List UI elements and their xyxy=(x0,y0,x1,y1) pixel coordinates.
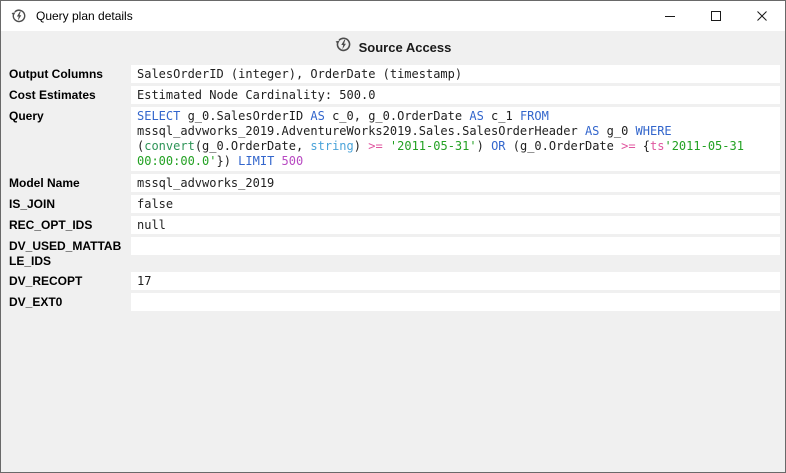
window-title: Query plan details xyxy=(36,9,133,23)
row-value-field[interactable]: mssql_advworks_2019 xyxy=(131,174,780,192)
window-controls xyxy=(647,1,785,31)
row-value-field[interactable]: SalesOrderID (integer), OrderDate (times… xyxy=(131,65,780,83)
close-icon xyxy=(756,10,768,22)
plan-row-query: QuerySELECT g_0.SalesOrderID AS c_0, g_0… xyxy=(9,107,780,171)
source-access-header: Source Access xyxy=(1,31,785,63)
row-value-field[interactable] xyxy=(131,293,780,311)
header-title: Source Access xyxy=(359,40,452,55)
row-value-field[interactable]: Estimated Node Cardinality: 500.0 xyxy=(131,86,780,104)
row-value-field[interactable]: SELECT g_0.SalesOrderID AS c_0, g_0.Orde… xyxy=(131,107,780,171)
row-label: DV_EXT0 xyxy=(9,293,131,310)
plan-properties-table: Output ColumnsSalesOrderID (integer), Or… xyxy=(1,63,785,311)
row-label: Model Name xyxy=(9,174,131,191)
row-value-field[interactable]: 17 xyxy=(131,272,780,290)
row-label: DV_RECOPT xyxy=(9,272,131,289)
row-label: Cost Estimates xyxy=(9,86,131,103)
maximize-icon xyxy=(710,10,722,22)
plan-row-dv-ext0: DV_EXT0 xyxy=(9,293,780,311)
row-label: Output Columns xyxy=(9,65,131,82)
row-label: Query xyxy=(9,107,131,124)
query-plan-icon xyxy=(11,8,27,24)
plan-row-output-columns: Output ColumnsSalesOrderID (integer), Or… xyxy=(9,65,780,83)
plan-row-cost-estimates: Cost EstimatesEstimated Node Cardinality… xyxy=(9,86,780,104)
plan-row-is-join: IS_JOINfalse xyxy=(9,195,780,213)
titlebar[interactable]: Query plan details xyxy=(1,1,785,31)
plan-row-dv-recopt: DV_RECOPT17 xyxy=(9,272,780,290)
row-label: REC_OPT_IDS xyxy=(9,216,131,233)
row-value-field[interactable]: null xyxy=(131,216,780,234)
maximize-button[interactable] xyxy=(693,1,739,31)
minimize-button[interactable] xyxy=(647,1,693,31)
row-value-field[interactable]: false xyxy=(131,195,780,213)
row-label: IS_JOIN xyxy=(9,195,131,212)
source-access-icon xyxy=(335,36,352,58)
row-value-field[interactable] xyxy=(131,237,780,255)
plan-row-dv-used-mattable-ids: DV_USED_MATTABLE_IDS xyxy=(9,237,780,269)
query-plan-details-window: Query plan details Source Access Output … xyxy=(0,0,786,473)
close-button[interactable] xyxy=(739,1,785,31)
row-label: DV_USED_MATTABLE_IDS xyxy=(9,237,131,269)
plan-row-model-name: Model Namemssql_advworks_2019 xyxy=(9,174,780,192)
plan-row-rec-opt-ids: REC_OPT_IDSnull xyxy=(9,216,780,234)
minimize-icon xyxy=(664,10,676,22)
